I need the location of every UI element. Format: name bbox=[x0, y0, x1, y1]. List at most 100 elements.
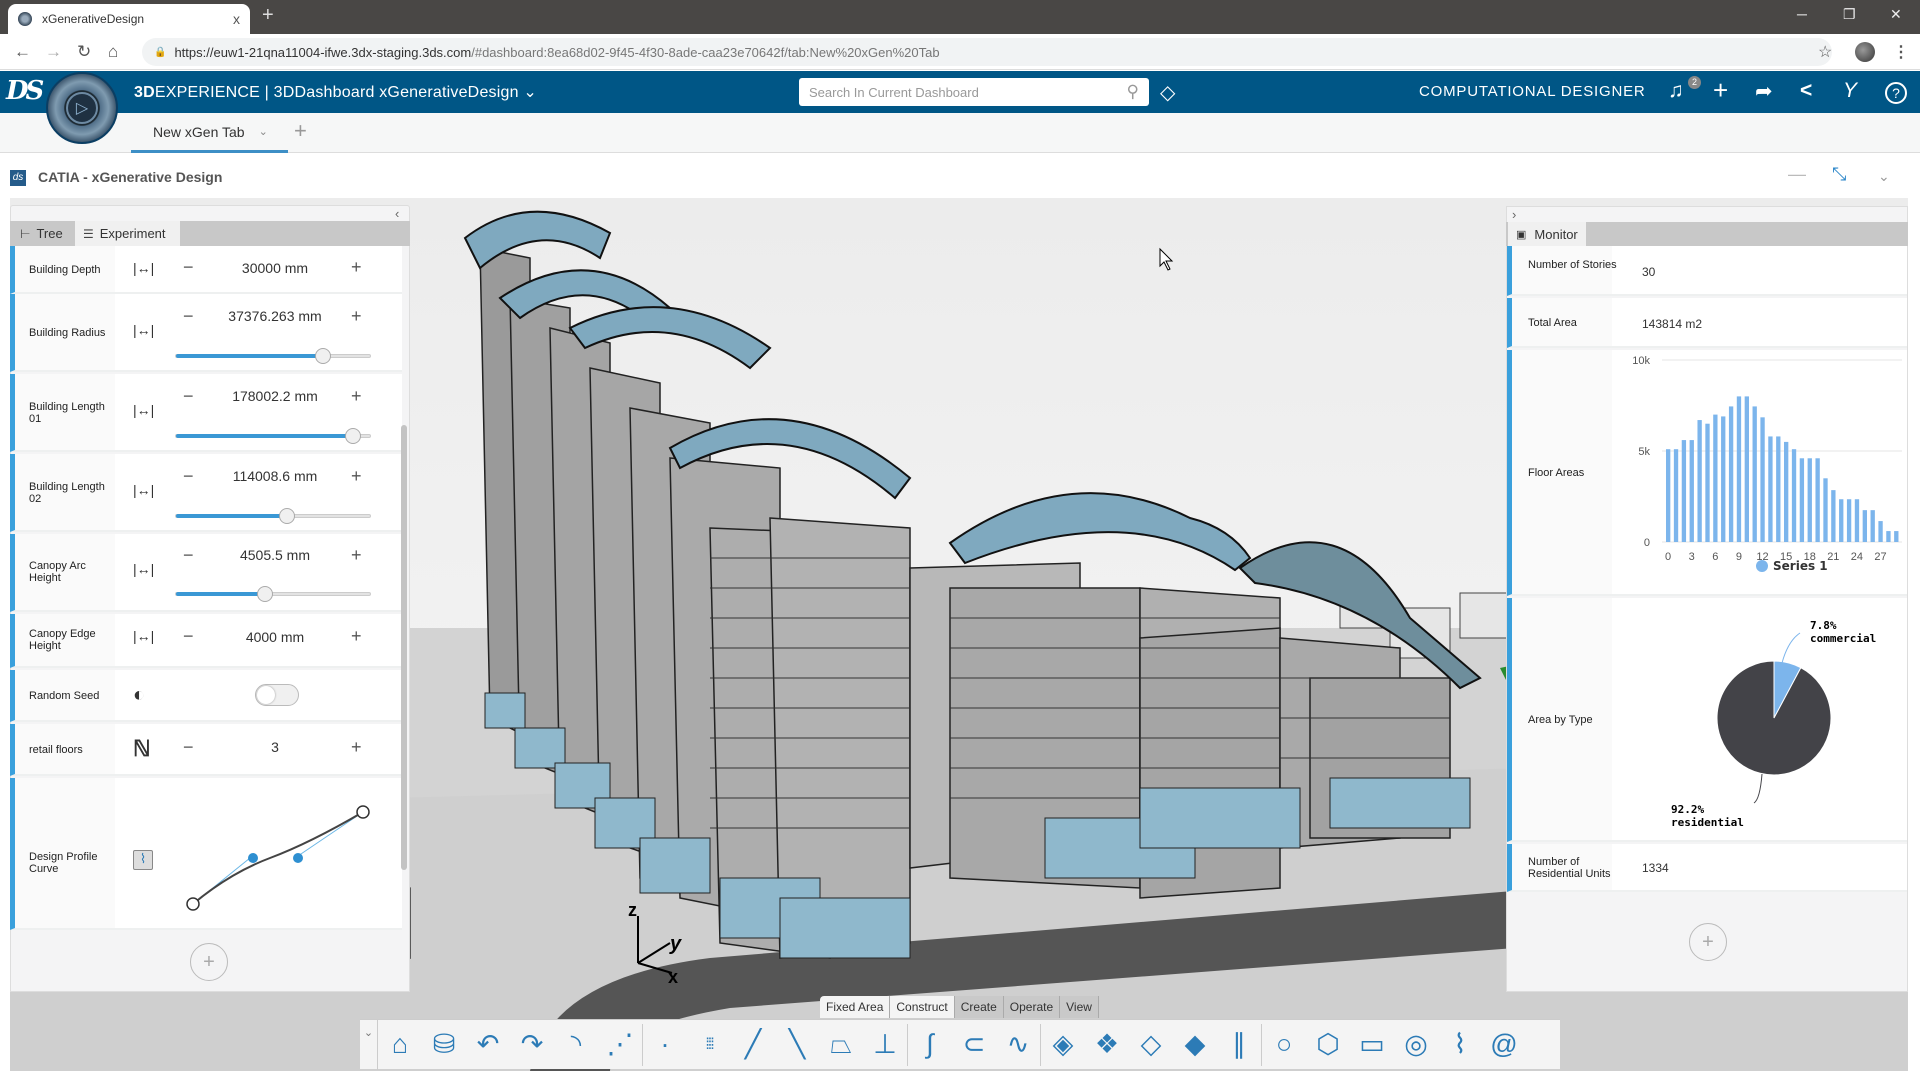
param-value[interactable]: 30000 mm bbox=[210, 260, 340, 276]
line-icon[interactable]: ╱ bbox=[731, 1020, 775, 1070]
new-tab-button[interactable]: + bbox=[262, 4, 274, 27]
ds-logo-icon[interactable]: DS bbox=[6, 76, 44, 106]
browser-tab[interactable]: xGenerativeDesign x bbox=[8, 4, 250, 34]
point-icon[interactable]: · bbox=[643, 1020, 687, 1070]
help-icon[interactable]: ? bbox=[1885, 82, 1907, 104]
helix-icon[interactable]: ⌇ bbox=[1438, 1020, 1482, 1070]
slider-handle[interactable] bbox=[278, 508, 295, 524]
compass-apps-icon[interactable]: Y bbox=[1843, 79, 1857, 103]
increment-button[interactable]: + bbox=[351, 545, 362, 566]
left-panel-scrollbar[interactable] bbox=[401, 425, 407, 870]
widget-minimize-button[interactable]: — bbox=[1788, 164, 1806, 185]
profile-avatar[interactable] bbox=[1855, 42, 1875, 62]
ellipse-icon[interactable]: ◎ bbox=[1394, 1020, 1438, 1070]
action-tab-create[interactable]: Create bbox=[954, 996, 1004, 1018]
rectangle-icon[interactable]: ▭ bbox=[1350, 1020, 1394, 1070]
reload-button[interactable]: ↻ bbox=[77, 42, 91, 62]
window-minimize-button[interactable]: ─ bbox=[1797, 6, 1807, 22]
back-button[interactable]: ← bbox=[14, 42, 31, 62]
decrement-button[interactable]: − bbox=[183, 466, 194, 487]
role-label[interactable]: COMPUTATIONAL DESIGNER bbox=[1419, 83, 1646, 100]
action-tab-fixed-area[interactable]: Fixed Area bbox=[820, 996, 891, 1018]
increment-button[interactable]: + bbox=[351, 257, 362, 278]
action-tab-operate[interactable]: Operate bbox=[1003, 996, 1061, 1018]
tab-tree[interactable]: ⊢ Tree bbox=[12, 221, 75, 246]
tab-monitor[interactable]: ▣ Monitor bbox=[1508, 222, 1586, 246]
increment-button[interactable]: + bbox=[351, 626, 362, 647]
profile-curve-editor[interactable] bbox=[175, 798, 395, 918]
param-slider[interactable] bbox=[175, 428, 371, 444]
slider-handle[interactable] bbox=[315, 348, 332, 364]
curve-editor-icon[interactable]: ⌇ bbox=[133, 850, 153, 870]
point-grid-icon[interactable]: ⁞⁞⁞ bbox=[687, 1020, 731, 1070]
expand-panel-icon[interactable]: › bbox=[1512, 207, 1516, 222]
decrement-button[interactable]: − bbox=[183, 257, 194, 278]
share-icon[interactable]: ➦ bbox=[1755, 79, 1773, 104]
home-icon[interactable]: ⌂ bbox=[378, 1020, 422, 1070]
increment-button[interactable]: + bbox=[351, 466, 362, 487]
add-monitor-button[interactable]: + bbox=[1689, 923, 1727, 961]
window-close-button[interactable]: ✕ bbox=[1890, 6, 1902, 23]
notifications-icon[interactable]: ♫ bbox=[1668, 79, 1684, 103]
decrement-button[interactable]: − bbox=[183, 386, 194, 407]
param-slider[interactable] bbox=[175, 508, 371, 524]
app-title[interactable]: 3DEXPERIENCE | 3DDashboard xGenerativeDe… bbox=[134, 82, 537, 102]
collaborate-icon[interactable]: < bbox=[1800, 79, 1812, 103]
url-bar[interactable]: 🔒 https://euw1-21qna11004-ifwe.3dx-stagi… bbox=[142, 38, 1832, 66]
window-restore-button[interactable]: ❐ bbox=[1843, 6, 1856, 23]
param-value[interactable]: 114008.6 mm bbox=[210, 468, 340, 484]
param-value[interactable]: 4000 mm bbox=[210, 629, 340, 645]
circle-icon[interactable]: ○ bbox=[1262, 1020, 1306, 1070]
bookmark-star-icon[interactable]: ☆ bbox=[1818, 42, 1832, 62]
param-value[interactable]: 178002.2 mm bbox=[210, 388, 340, 404]
decrement-button[interactable]: − bbox=[183, 545, 194, 566]
chevron-down-icon[interactable]: ⌄ bbox=[259, 125, 268, 138]
graph-node-icon[interactable]: ⋰ bbox=[598, 1020, 642, 1070]
decrement-button[interactable]: − bbox=[183, 306, 194, 327]
save-to-database-icon[interactable]: ⛁ bbox=[422, 1020, 466, 1070]
uv-surface-icon[interactable]: ◇ bbox=[1129, 1020, 1173, 1070]
decrement-button[interactable]: − bbox=[183, 737, 194, 758]
plane-icon[interactable]: ⏢ bbox=[819, 1020, 863, 1070]
increment-button[interactable]: + bbox=[351, 306, 362, 327]
browser-menu-icon[interactable]: ⋮ bbox=[1893, 42, 1909, 62]
undo-icon[interactable]: ↶ bbox=[466, 1020, 510, 1070]
close-tab-icon[interactable]: x bbox=[233, 11, 240, 27]
increment-button[interactable]: + bbox=[351, 737, 362, 758]
decrement-button[interactable]: − bbox=[183, 626, 194, 647]
add-parameter-button[interactable]: + bbox=[190, 943, 228, 981]
add-icon[interactable]: + bbox=[1713, 75, 1728, 106]
tag-icon[interactable]: ◇ bbox=[1160, 80, 1175, 105]
multi-section-surface-icon[interactable]: ❖ bbox=[1085, 1020, 1129, 1070]
random-seed-toggle[interactable] bbox=[255, 684, 299, 706]
search-icon[interactable]: ⚲ bbox=[1127, 82, 1139, 102]
param-value[interactable]: 4505.5 mm bbox=[210, 547, 340, 563]
param-slider[interactable] bbox=[175, 348, 371, 364]
forward-button[interactable]: → bbox=[45, 42, 62, 62]
action-tab-view[interactable]: View bbox=[1060, 996, 1099, 1018]
curve-icon[interactable]: ∿ bbox=[996, 1020, 1040, 1070]
param-value[interactable]: 3 bbox=[210, 739, 340, 755]
tab-experiment[interactable]: ☰ Experiment bbox=[75, 221, 180, 246]
home-button[interactable]: ⌂ bbox=[108, 42, 118, 62]
spiral-icon[interactable]: @ bbox=[1482, 1020, 1526, 1070]
slider-handle[interactable] bbox=[344, 428, 361, 444]
project-icon[interactable]: ◆ bbox=[1173, 1020, 1217, 1070]
parallel-curves-icon[interactable]: ∥ bbox=[1217, 1020, 1261, 1070]
axis-line-icon[interactable]: ╲ bbox=[775, 1020, 819, 1070]
expand-toolbar-icon[interactable]: ⌄ bbox=[360, 1019, 378, 1070]
action-tab-construct[interactable]: Construct bbox=[890, 996, 955, 1018]
widget-menu-icon[interactable]: ⌄ bbox=[1878, 168, 1890, 185]
redo-icon[interactable]: ↷ bbox=[510, 1020, 554, 1070]
compass-button[interactable]: ▷ bbox=[46, 72, 118, 144]
dashboard-tab[interactable]: New xGen Tab ⌄ bbox=[131, 113, 288, 153]
spline-icon[interactable]: ∫ bbox=[908, 1020, 952, 1070]
add-tab-button[interactable]: + bbox=[294, 118, 307, 144]
widget-restore-icon[interactable]: ⤡ bbox=[1832, 164, 1846, 185]
increment-button[interactable]: + bbox=[351, 386, 362, 407]
param-value[interactable]: 37376.263 mm bbox=[210, 308, 340, 324]
connect-curve-icon[interactable]: ⊂ bbox=[952, 1020, 996, 1070]
slider-handle[interactable] bbox=[257, 586, 274, 602]
search-input[interactable]: Search In Current Dashboard ⚲ bbox=[799, 78, 1149, 106]
axis-system-icon[interactable]: ⊥ bbox=[863, 1020, 907, 1070]
